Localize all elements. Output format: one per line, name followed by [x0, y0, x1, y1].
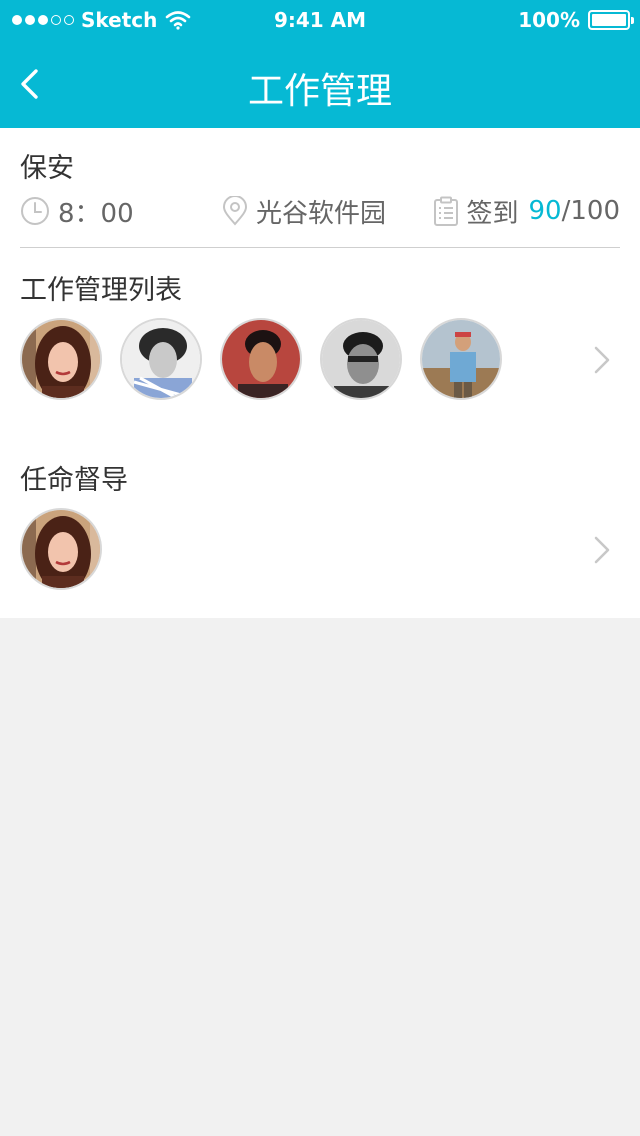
supervisor-avatars[interactable]: [20, 508, 630, 592]
work-list-title: 工作管理列表: [20, 275, 182, 306]
job-location: 光谷软件园: [222, 190, 386, 232]
battery-icon: [588, 10, 634, 30]
job-location-value: 光谷软件园: [256, 198, 387, 229]
job-time-value: 8：00: [58, 198, 134, 229]
chevron-right-icon[interactable]: [592, 534, 612, 566]
supervisor-title: 任命督导: [20, 465, 128, 496]
avatar[interactable]: [420, 318, 502, 400]
job-checkin: 签到 90 /100: [433, 190, 620, 232]
avatar[interactable]: [220, 318, 302, 400]
chevron-right-icon[interactable]: [592, 344, 612, 376]
avatar[interactable]: [20, 508, 102, 590]
checkin-label: 签到: [466, 198, 519, 229]
avatar[interactable]: [120, 318, 202, 400]
nav-bar: 工作管理: [0, 40, 640, 128]
work-list-avatars[interactable]: [20, 318, 630, 402]
clipboard-icon: [433, 196, 458, 226]
battery-percent: 100%: [518, 8, 580, 32]
job-card: 保安 8：00 光谷软件园 签到 90 /100 工作管理列表 任命督导: [0, 128, 640, 618]
checkin-total: /100: [561, 196, 620, 226]
clock-icon: [21, 197, 49, 225]
avatar[interactable]: [20, 318, 102, 400]
status-bar: Sketch 9:41 AM 100%: [0, 0, 640, 40]
avatar[interactable]: [320, 318, 402, 400]
empty-background: [0, 618, 640, 1136]
job-time: 8：00: [20, 190, 134, 232]
battery-status: 100%: [518, 8, 634, 32]
job-title: 保安: [20, 153, 74, 184]
job-info-row: 8：00 光谷软件园 签到 90 /100: [20, 190, 620, 232]
header: Sketch 9:41 AM 100% 工作管理: [0, 0, 640, 128]
location-pin-icon: [222, 196, 248, 226]
page-title: 工作管理: [247, 71, 392, 112]
checkin-count: 90: [528, 196, 562, 226]
divider: [20, 247, 620, 248]
